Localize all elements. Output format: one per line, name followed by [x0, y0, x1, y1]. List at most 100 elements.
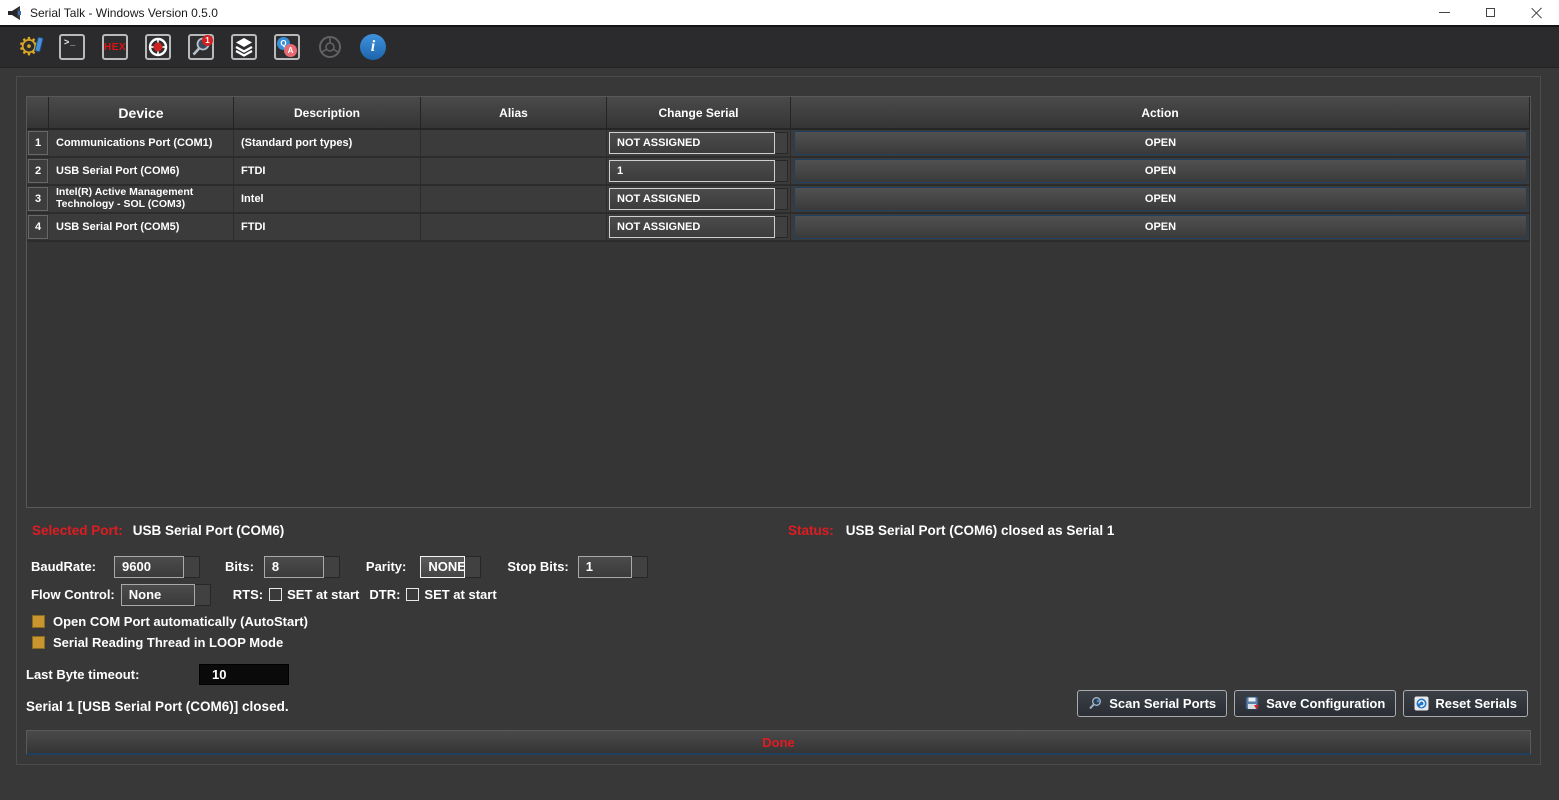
header-description: Description — [234, 97, 421, 128]
app-logo-icon — [8, 5, 21, 20]
qa-help-button[interactable]: Q A — [273, 33, 301, 61]
save-configuration-button[interactable]: Save Configuration — [1234, 690, 1397, 717]
settings-gear-icon: ⚙ — [15, 33, 44, 61]
timeout-label: Last Byte timeout: — [26, 667, 140, 682]
dtr-checkbox[interactable] — [406, 588, 420, 601]
about-button[interactable]: i — [359, 33, 387, 61]
parity-combo[interactable]: NONE — [420, 555, 482, 578]
change-serial-spinner[interactable] — [775, 160, 788, 182]
open-port-button[interactable]: OPEN — [794, 131, 1527, 155]
bits-combo[interactable]: 8 — [263, 555, 340, 578]
alias-cell[interactable] — [421, 186, 607, 212]
info-icon: i — [360, 34, 386, 60]
flow-control-value: None — [120, 583, 195, 606]
wheel-disabled-button — [316, 33, 344, 61]
table-row[interactable]: 2 USB Serial Port (COM6) FTDI 1 OPEN — [27, 158, 1530, 186]
change-serial-cell: NOT ASSIGNED — [607, 130, 791, 156]
change-serial-input[interactable]: NOT ASSIGNED — [609, 132, 775, 154]
search-devices-button[interactable]: 1 — [187, 33, 215, 61]
maximize-icon — [1485, 8, 1495, 17]
baudrate-label: BaudRate: — [31, 559, 97, 574]
reset-serials-button[interactable]: Reset Serials — [1403, 690, 1528, 717]
settings-button[interactable]: ⚙ — [15, 33, 44, 61]
flow-control-label: Flow Control: — [31, 587, 115, 602]
device-cell: USB Serial Port (COM6) — [49, 158, 234, 184]
scan-label: Scan Serial Ports — [1109, 696, 1217, 711]
progress-bar: Done — [26, 730, 1531, 755]
hex-view-button[interactable]: HEX — [101, 33, 129, 61]
parity-dropdown-strip[interactable] — [465, 555, 482, 578]
rts-checkbox[interactable] — [269, 588, 283, 601]
stop-bits-label: Stop Bits: — [507, 559, 569, 574]
qa-chat-icon: Q A — [274, 34, 300, 60]
alias-cell[interactable] — [421, 158, 607, 184]
search-device-icon: 1 — [188, 34, 214, 60]
baudrate-combo[interactable]: 9600 — [114, 555, 201, 578]
stop-bits-dropdown-strip[interactable] — [631, 555, 648, 578]
port-monitor-button[interactable] — [144, 33, 172, 61]
minimize-icon — [1438, 12, 1450, 13]
maximize-button[interactable] — [1467, 0, 1513, 25]
description-cell: FTDI — [234, 214, 421, 240]
change-serial-spinner[interactable] — [775, 188, 788, 210]
save-label: Save Configuration — [1266, 696, 1386, 711]
table-row[interactable]: 4 USB Serial Port (COM5) FTDI NOT ASSIGN… — [27, 214, 1530, 242]
description-cell: FTDI — [234, 158, 421, 184]
timeout-input[interactable] — [199, 664, 289, 685]
terminal-icon: >_ — [59, 34, 85, 60]
flow-control-row: Flow Control: None RTS: SET at start DTR… — [31, 583, 497, 606]
autostart-checkbox[interactable] — [32, 615, 45, 628]
autostart-label: Open COM Port automatically (AutoStart) — [53, 614, 308, 629]
stop-bits-combo[interactable]: 1 — [577, 555, 648, 578]
minimize-button[interactable] — [1421, 0, 1467, 25]
baudrate-value: 9600 — [114, 555, 185, 578]
change-serial-spinner[interactable] — [775, 216, 788, 238]
bits-dropdown-strip[interactable] — [323, 555, 340, 578]
dtr-label: DTR: — [369, 587, 401, 602]
change-serial-input[interactable]: NOT ASSIGNED — [609, 188, 775, 210]
change-serial-input[interactable]: 1 — [609, 160, 775, 182]
window-controls — [1421, 0, 1559, 25]
action-cell: OPEN — [791, 214, 1530, 240]
footer-buttons: Scan Serial Ports Save Configuration Res… — [1077, 690, 1528, 717]
row-number: 3 — [28, 187, 48, 211]
parity-value: NONE — [420, 555, 466, 578]
header-device: Device — [49, 97, 234, 128]
serial-params-row: BaudRate: 9600 Bits: 8 Parity: NONE Stop… — [31, 555, 648, 578]
row-number: 4 — [28, 215, 48, 239]
port-wheel-icon — [145, 34, 171, 60]
window-title: Serial Talk - Windows Version 0.5.0 — [30, 5, 218, 20]
table-header-row: Device Description Alias Change Serial A… — [27, 97, 1530, 130]
bits-label: Bits: — [225, 559, 254, 574]
terminal-button[interactable]: >_ — [58, 33, 86, 61]
header-alias: Alias — [421, 97, 607, 128]
close-button[interactable] — [1513, 0, 1559, 25]
layers-icon — [231, 34, 257, 60]
description-cell: Intel — [234, 186, 421, 212]
alias-cell[interactable] — [421, 130, 607, 156]
flow-control-combo[interactable]: None — [120, 583, 211, 606]
row-number: 1 — [28, 131, 48, 155]
layers-button[interactable] — [230, 33, 258, 61]
bits-value: 8 — [263, 555, 324, 578]
loop-mode-checkbox[interactable] — [32, 636, 45, 649]
open-port-button[interactable]: OPEN — [794, 187, 1527, 211]
status-value: USB Serial Port (COM6) closed as Serial … — [845, 523, 1115, 538]
loop-mode-label: Serial Reading Thread in LOOP Mode — [53, 635, 284, 650]
table-row[interactable]: 1 Communications Port (COM1) (Standard p… — [27, 130, 1530, 158]
table-row[interactable]: 3 Intel(R) Active Management Technology … — [27, 186, 1530, 214]
toolbar: ⚙ >_ HEX 1 Q A i — [0, 25, 1559, 68]
device-cell: Communications Port (COM1) — [49, 130, 234, 156]
open-port-button[interactable]: OPEN — [794, 159, 1527, 183]
stop-bits-value: 1 — [577, 555, 632, 578]
change-serial-spinner[interactable] — [775, 132, 788, 154]
change-serial-input[interactable]: NOT ASSIGNED — [609, 216, 775, 238]
rts-set-label: SET at start — [287, 587, 360, 602]
baudrate-dropdown-strip[interactable] — [184, 555, 201, 578]
alias-cell[interactable] — [421, 214, 607, 240]
scan-serial-ports-button[interactable]: Scan Serial Ports — [1077, 690, 1228, 717]
open-port-button[interactable]: OPEN — [794, 215, 1527, 239]
action-cell: OPEN — [791, 130, 1530, 156]
close-icon — [1531, 7, 1542, 18]
flow-control-dropdown-strip[interactable] — [194, 583, 211, 606]
